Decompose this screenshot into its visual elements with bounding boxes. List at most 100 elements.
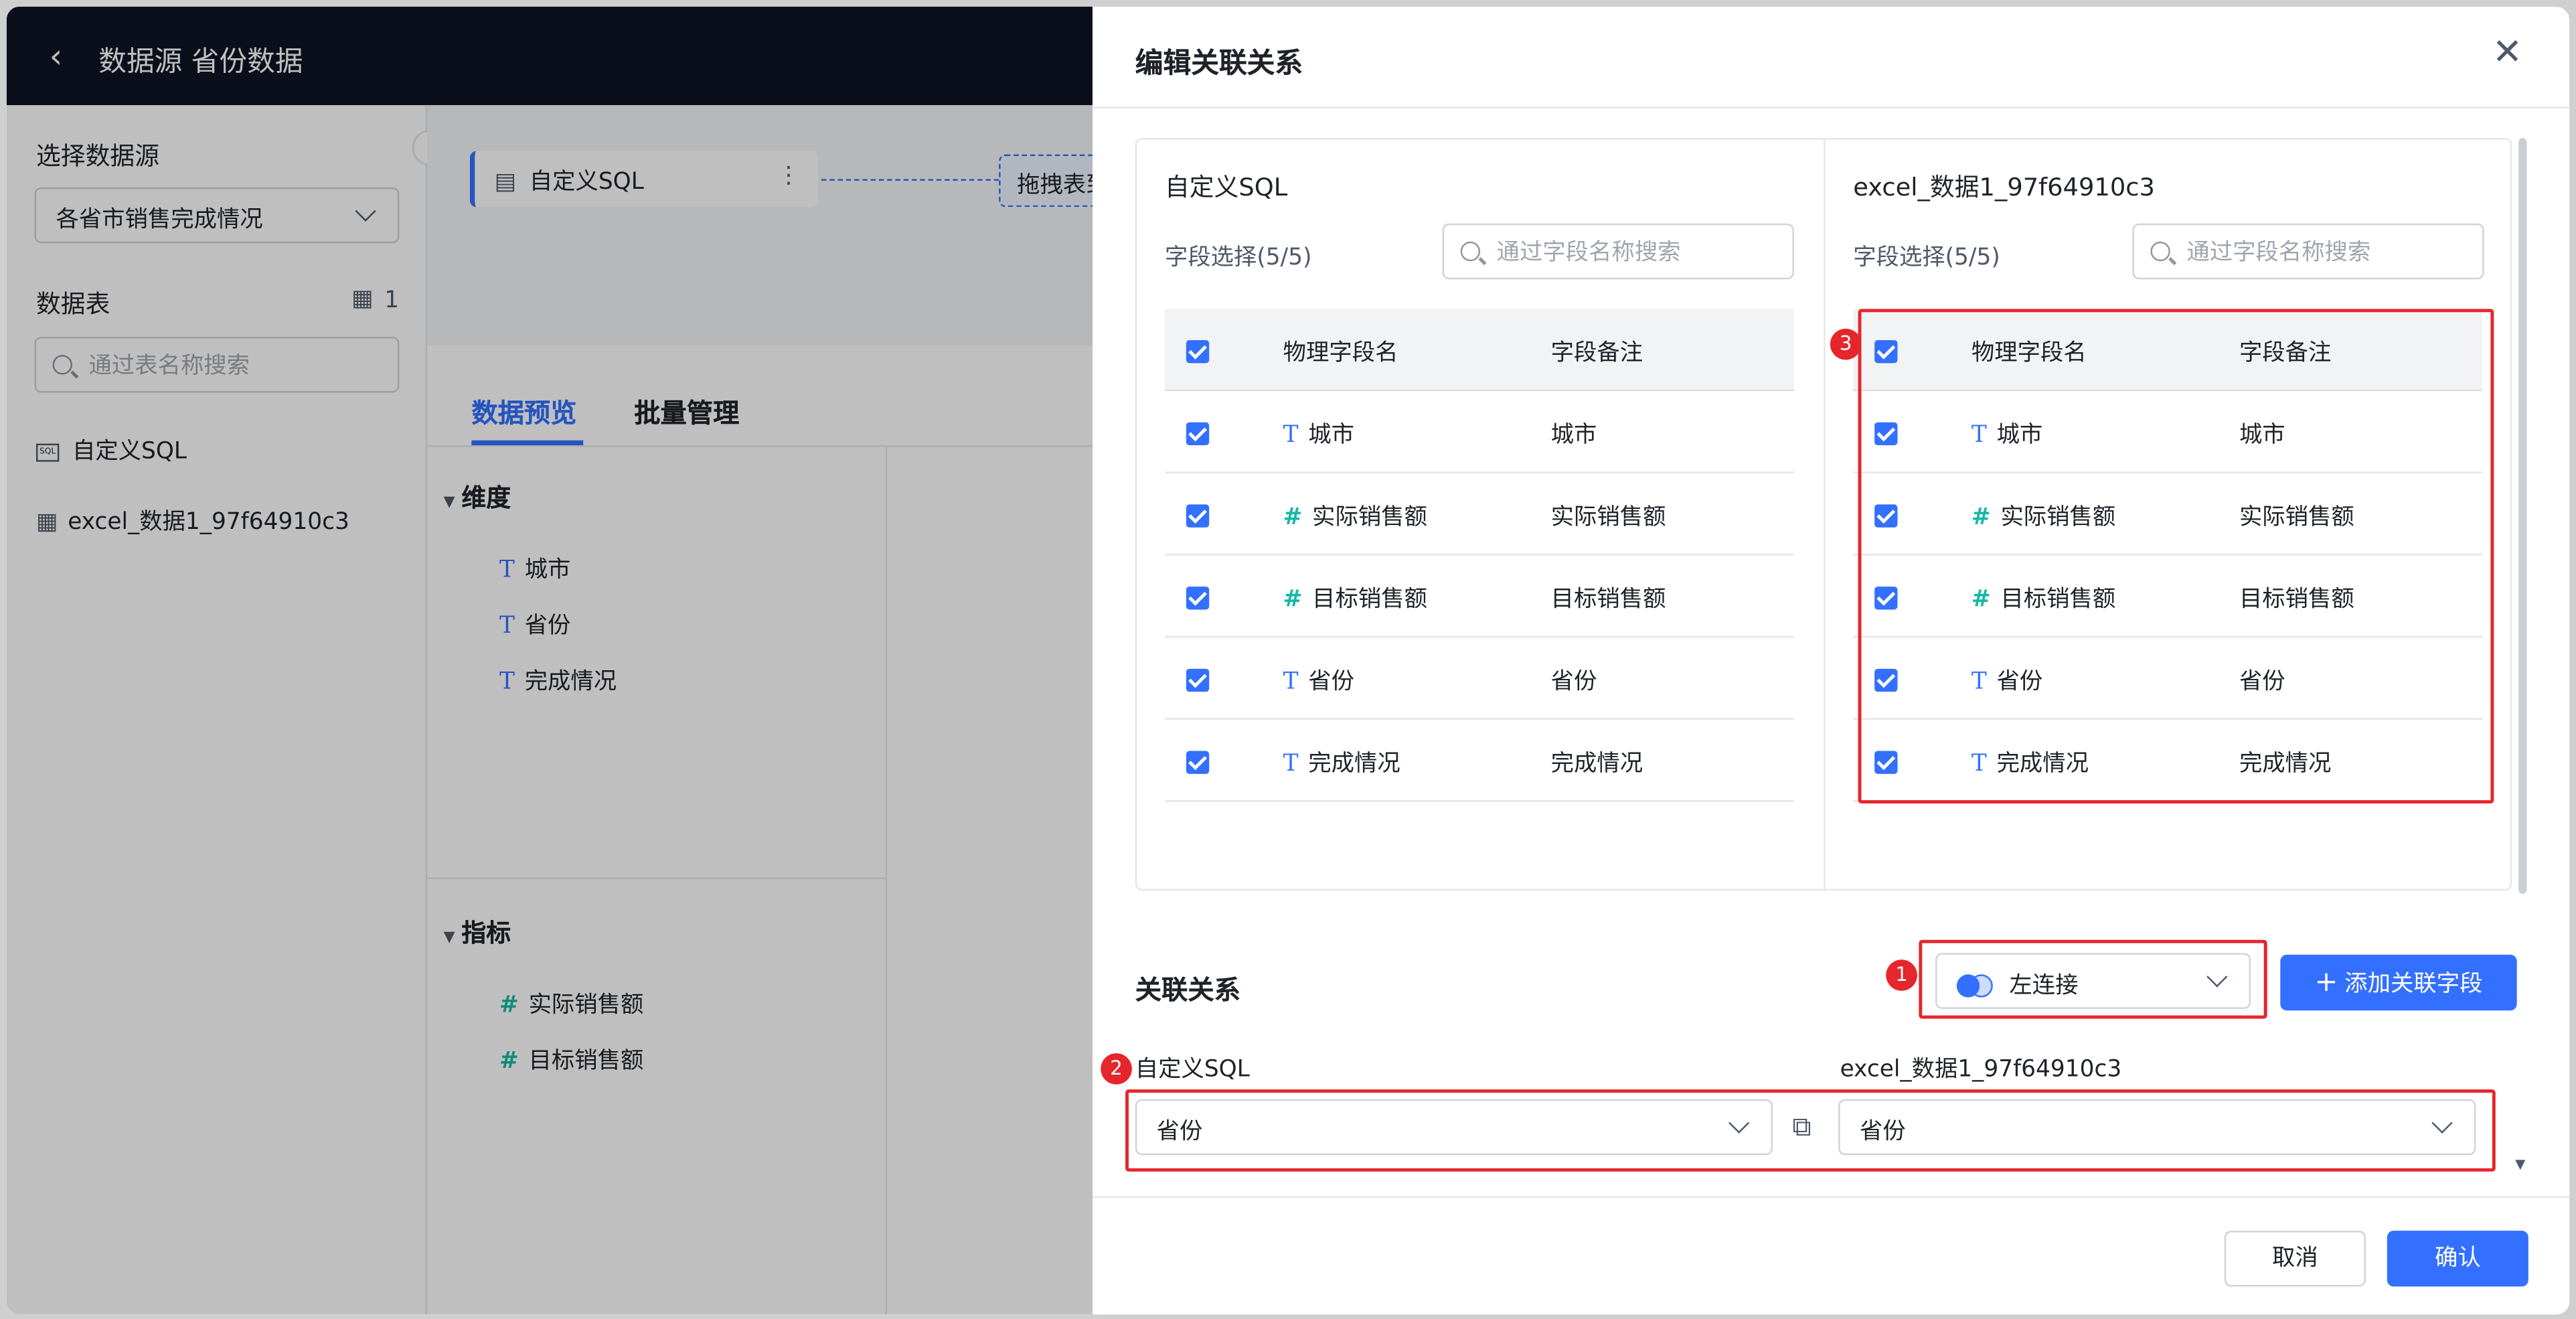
row-checkbox[interactable] bbox=[1186, 587, 1210, 610]
field-note: 城市 bbox=[2239, 422, 2285, 449]
text-type-icon: T bbox=[1971, 422, 1987, 449]
table-row: T 省份 省份 bbox=[1164, 637, 1794, 720]
chevron-down-icon bbox=[2431, 1112, 2453, 1134]
field-note: 完成情况 bbox=[2239, 751, 2332, 777]
select-all-checkbox[interactable] bbox=[1186, 339, 1210, 364]
field-note: 城市 bbox=[1550, 422, 1597, 449]
table-row: T 完成情况 完成情况 bbox=[1853, 720, 2483, 802]
table-row: # 目标销售额 目标销售额 bbox=[1164, 555, 1794, 638]
field-name: 省份 bbox=[1308, 668, 1355, 696]
field-note: 实际销售额 bbox=[1550, 504, 1666, 531]
cancel-button[interactable]: 取消 bbox=[2224, 1231, 2366, 1287]
table-row: T 城市 城市 bbox=[1164, 391, 1794, 473]
table-row: # 实际销售额 实际销售额 bbox=[1164, 473, 1794, 556]
field-name: 完成情况 bbox=[1996, 751, 2089, 777]
drawer-title: 编辑关联关系 bbox=[1135, 48, 1303, 81]
row-checkbox[interactable] bbox=[1874, 668, 1898, 692]
field-note: 省份 bbox=[1550, 668, 1597, 696]
column-header-note: 字段备注 bbox=[1550, 339, 1643, 367]
text-type-icon: T bbox=[1283, 422, 1299, 449]
drawer-footer: 取消 确认 bbox=[1092, 1196, 2570, 1315]
search-icon bbox=[1460, 241, 1481, 262]
right-table-header: 物理字段名 字段备注 bbox=[1853, 309, 2483, 392]
left-field-search-placeholder: 通过字段名称搜索 bbox=[1496, 240, 1681, 266]
field-name: 城市 bbox=[1308, 422, 1355, 449]
field-name: 目标销售额 bbox=[1312, 587, 1427, 613]
text-type-icon: T bbox=[1283, 751, 1299, 777]
right-join-field-value: 省份 bbox=[1860, 1119, 1906, 1146]
row-checkbox[interactable] bbox=[1186, 422, 1210, 446]
field-selection-box: 自定义SQL 字段选择(5/5) 通过字段名称搜索 物理字段名 字段备注 T 城市… bbox=[1135, 138, 2512, 891]
confirm-button[interactable]: 确认 bbox=[2387, 1231, 2528, 1287]
left-field-selection-count: 字段选择(5/5) bbox=[1164, 244, 1312, 271]
chevron-down-icon bbox=[2206, 966, 2228, 988]
column-header-note: 字段备注 bbox=[2239, 339, 2332, 367]
field-name: 目标销售额 bbox=[2000, 587, 2116, 613]
field-note: 完成情况 bbox=[1550, 751, 1643, 777]
select-all-checkbox[interactable] bbox=[1874, 339, 1898, 364]
number-type-icon: # bbox=[1971, 504, 1991, 531]
right-field-selection-count: 字段选择(5/5) bbox=[1853, 244, 2000, 271]
table-row: T 完成情况 完成情况 bbox=[1164, 720, 1794, 802]
field-name: 省份 bbox=[1996, 668, 2043, 696]
number-type-icon: # bbox=[1283, 504, 1303, 531]
field-name: 城市 bbox=[1996, 422, 2043, 449]
link-icon: ⧉ bbox=[1792, 1110, 1812, 1142]
row-checkbox[interactable] bbox=[1186, 504, 1210, 528]
row-checkbox[interactable] bbox=[1874, 587, 1898, 610]
row-checkbox[interactable] bbox=[1186, 668, 1210, 692]
edit-relation-drawer: 编辑关联关系 ✕ 自定义SQL 字段选择(5/5) 通过字段名称搜索 物理字段名… bbox=[1092, 6, 2570, 1315]
left-join-field-select[interactable]: 省份 bbox=[1135, 1099, 1773, 1156]
table-row: T 城市 城市 bbox=[1853, 391, 2483, 473]
annotation-badge-1: 1 bbox=[1886, 959, 1917, 991]
number-type-icon: # bbox=[1971, 587, 1991, 613]
row-checkbox[interactable] bbox=[1874, 504, 1898, 528]
row-checkbox[interactable] bbox=[1874, 422, 1898, 446]
add-relation-field-button[interactable]: + 添加关联字段 bbox=[2280, 954, 2517, 1011]
left-field-search-input[interactable]: 通过字段名称搜索 bbox=[1442, 223, 1794, 280]
left-join-field-value: 省份 bbox=[1156, 1119, 1203, 1146]
field-note: 目标销售额 bbox=[2239, 587, 2354, 613]
column-header-name: 物理字段名 bbox=[1283, 339, 1398, 367]
modal-overlay[interactable] bbox=[6, 6, 1101, 1315]
row-checkbox[interactable] bbox=[1874, 751, 1898, 774]
relation-right-label: excel_数据1_97f64910c3 bbox=[1840, 1056, 2122, 1083]
text-type-icon: T bbox=[1971, 751, 1987, 777]
close-icon[interactable]: ✕ bbox=[2492, 33, 2522, 74]
left-table-header: 物理字段名 字段备注 bbox=[1164, 309, 1794, 392]
scroll-down-icon[interactable]: ▼ bbox=[2515, 1157, 2525, 1172]
drawer-scrollbar[interactable] bbox=[2518, 138, 2527, 895]
plus-icon: + bbox=[2314, 966, 2338, 1000]
field-name: 实际销售额 bbox=[2000, 504, 2116, 531]
column-header-name: 物理字段名 bbox=[1971, 339, 2087, 367]
annotation-badge-3: 3 bbox=[1830, 328, 1862, 360]
text-type-icon: T bbox=[1971, 668, 1987, 696]
join-type-select[interactable]: 左连接 bbox=[1935, 953, 2251, 1009]
number-type-icon: # bbox=[1283, 587, 1303, 613]
search-icon bbox=[2150, 241, 2170, 262]
annotation-badge-2: 2 bbox=[1101, 1053, 1132, 1085]
left-table-section: 自定义SQL 字段选择(5/5) 通过字段名称搜索 物理字段名 字段备注 T 城市… bbox=[1137, 140, 1824, 889]
relation-title: 关联关系 bbox=[1135, 974, 1240, 1006]
right-join-field-select[interactable]: 省份 bbox=[1838, 1099, 2476, 1156]
text-type-icon: T bbox=[1283, 668, 1299, 696]
field-name: 完成情况 bbox=[1308, 751, 1400, 777]
field-note: 目标销售额 bbox=[1550, 587, 1666, 613]
right-field-search-placeholder: 通过字段名称搜索 bbox=[2186, 240, 2371, 266]
table-row: # 实际销售额 实际销售额 bbox=[1853, 473, 2483, 556]
field-note: 省份 bbox=[2239, 668, 2285, 696]
right-field-search-input[interactable]: 通过字段名称搜索 bbox=[2132, 223, 2484, 280]
drawer-header: 编辑关联关系 ✕ bbox=[1092, 7, 2570, 108]
right-table-name: excel_数据1_97f64910c3 bbox=[1853, 172, 2155, 202]
join-type-value: 左连接 bbox=[2009, 972, 2079, 1000]
chevron-down-icon bbox=[1728, 1112, 1750, 1134]
left-join-icon bbox=[1956, 974, 1993, 998]
table-row: T 省份 省份 bbox=[1853, 637, 2483, 720]
row-checkbox[interactable] bbox=[1186, 751, 1210, 774]
right-table-section: excel_数据1_97f64910c3 字段选择(5/5) 通过字段名称搜索 … bbox=[1826, 140, 2512, 889]
field-name: 实际销售额 bbox=[1312, 504, 1427, 531]
left-table-name: 自定义SQL bbox=[1164, 172, 1288, 202]
field-note: 实际销售额 bbox=[2239, 504, 2354, 531]
relation-left-label: 自定义SQL bbox=[1135, 1056, 1250, 1083]
table-row: # 目标销售额 目标销售额 bbox=[1853, 555, 2483, 638]
